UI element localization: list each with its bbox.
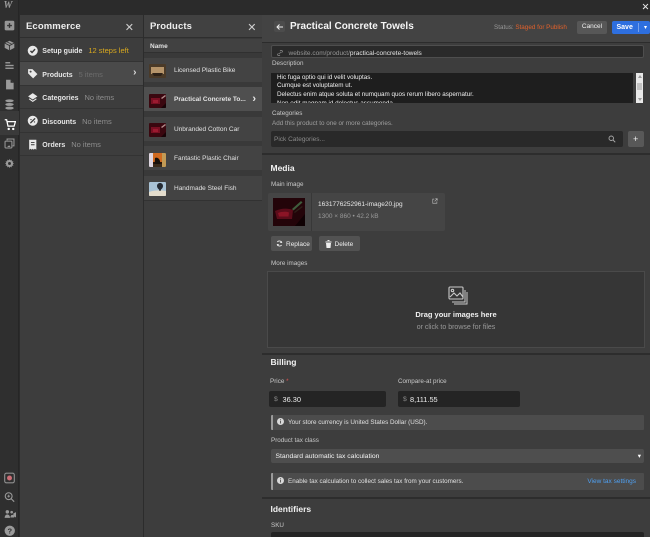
svg-text:?: ? <box>7 526 12 535</box>
